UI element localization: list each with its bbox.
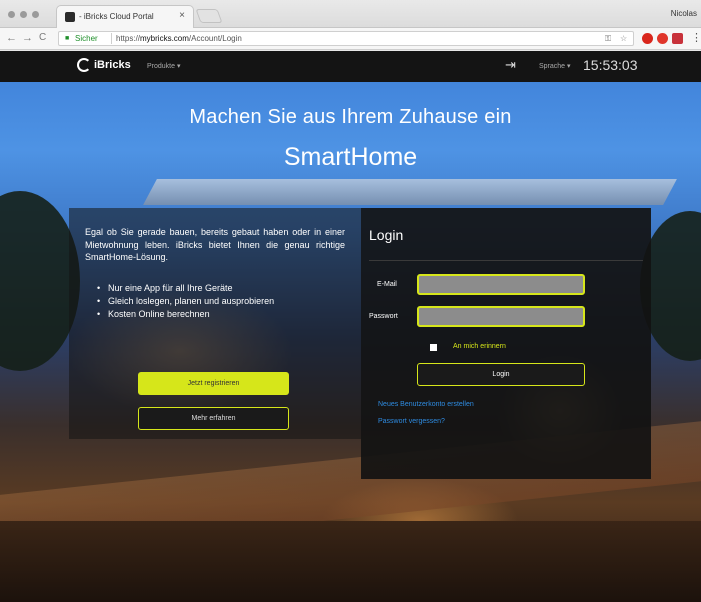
key-icon[interactable]: ⚿ [605,34,611,44]
email-label: E-Mail [377,281,397,288]
hero-smarthome: SmartHome [283,143,418,171]
nav-sprache-label: Sprache [539,63,566,70]
profile-name[interactable]: Nicolas [671,9,697,18]
list-item: Nur eine App für all Ihre Geräte [97,282,274,295]
remember-me-checkbox[interactable] [430,344,437,351]
list-item: Gleich loslegen, planen und ausprobieren [97,295,274,308]
login-title: Login [369,227,404,243]
adblock-icon[interactable] [657,33,668,44]
login-button[interactable]: Login [417,363,585,386]
browser-tab[interactable]: - iBricks Cloud Portal × [56,5,194,28]
nav-produkte-dropdown[interactable]: Produkte ▾ [147,62,181,70]
hero-headline: Machen Sie aus Ihrem Zuhause ein [189,106,512,128]
opera-icon[interactable] [642,33,653,44]
browser-toolbar: ← → C ■ Sicher https://mybricks.com/Acco… [0,28,701,50]
url-scheme: https:// [116,34,141,43]
caret-down-icon: ▾ [567,63,571,70]
secure-label: Sicher [75,34,98,43]
tab-title: - iBricks Cloud Portal [79,12,154,21]
tree-left [0,191,80,371]
ibricks-logo-icon[interactable] [77,58,91,72]
reload-icon[interactable]: C [39,32,46,44]
close-window-button[interactable] [8,11,15,18]
caret-down-icon: ▾ [176,63,181,70]
url-path: /Account/Login [188,34,242,43]
new-tab-button[interactable] [195,9,223,23]
url-text[interactable]: https://mybricks.com/Account/Login [116,34,242,43]
info-panel: Egal ob Sie gerade bauen, bereits gebaut… [69,208,361,439]
create-account-link[interactable]: Neues Benutzerkonto erstellen [378,401,474,408]
email-field[interactable] [417,274,585,295]
feature-list: Nur eine App für all Ihre Geräte Gleich … [97,282,274,321]
password-label: Passwort [369,313,398,320]
site-logo[interactable]: iBricks [94,59,131,71]
address-bar[interactable]: ■ Sicher https://mybricks.com/Account/Lo… [58,31,634,46]
nav-produkte-label: Produkte [147,63,176,70]
back-icon[interactable]: ← [6,32,17,44]
site-navbar: iBricks Produkte ▾ ⇥ Sprache ▾ 15:53:03 [0,51,701,82]
password-field[interactable] [417,306,585,327]
minimize-window-button[interactable] [20,11,27,18]
house-roof [143,179,677,205]
nav-sprache-dropdown[interactable]: Sprache ▾ [539,62,571,70]
sign-in-icon[interactable]: ⇥ [505,58,516,72]
list-item: Kosten Online berechnen [97,308,274,321]
pool-area [0,521,701,602]
divider [369,260,643,261]
url-separator [111,33,112,44]
page-content: iBricks Produkte ▾ ⇥ Sprache ▾ 15:53:03 … [0,51,701,602]
url-host: mybricks.com [140,34,189,43]
register-button[interactable]: Jetzt registrieren [138,372,289,395]
browser-tab-bar: - iBricks Cloud Portal × Nicolas [0,0,701,28]
favicon-icon [65,12,75,22]
forgot-password-link[interactable]: Passwort vergessen? [378,418,445,425]
learn-more-button[interactable]: Mehr erfahren [138,407,289,430]
maximize-window-button[interactable] [32,11,39,18]
forward-icon[interactable]: → [22,32,33,44]
clock: 15:53:03 [583,57,638,73]
login-panel: Login E-Mail Passwort An mich erinnern L… [361,208,651,479]
info-text: Egal ob Sie gerade bauen, bereits gebaut… [85,227,345,262]
remember-me-label[interactable]: An mich erinnern [453,343,506,350]
browser-menu-icon[interactable]: ⋮ [691,32,701,44]
star-icon[interactable]: ☆ [620,34,627,43]
lock-icon: ■ [65,35,70,42]
close-tab-icon[interactable]: × [179,10,185,21]
extension-icon[interactable] [672,33,683,44]
